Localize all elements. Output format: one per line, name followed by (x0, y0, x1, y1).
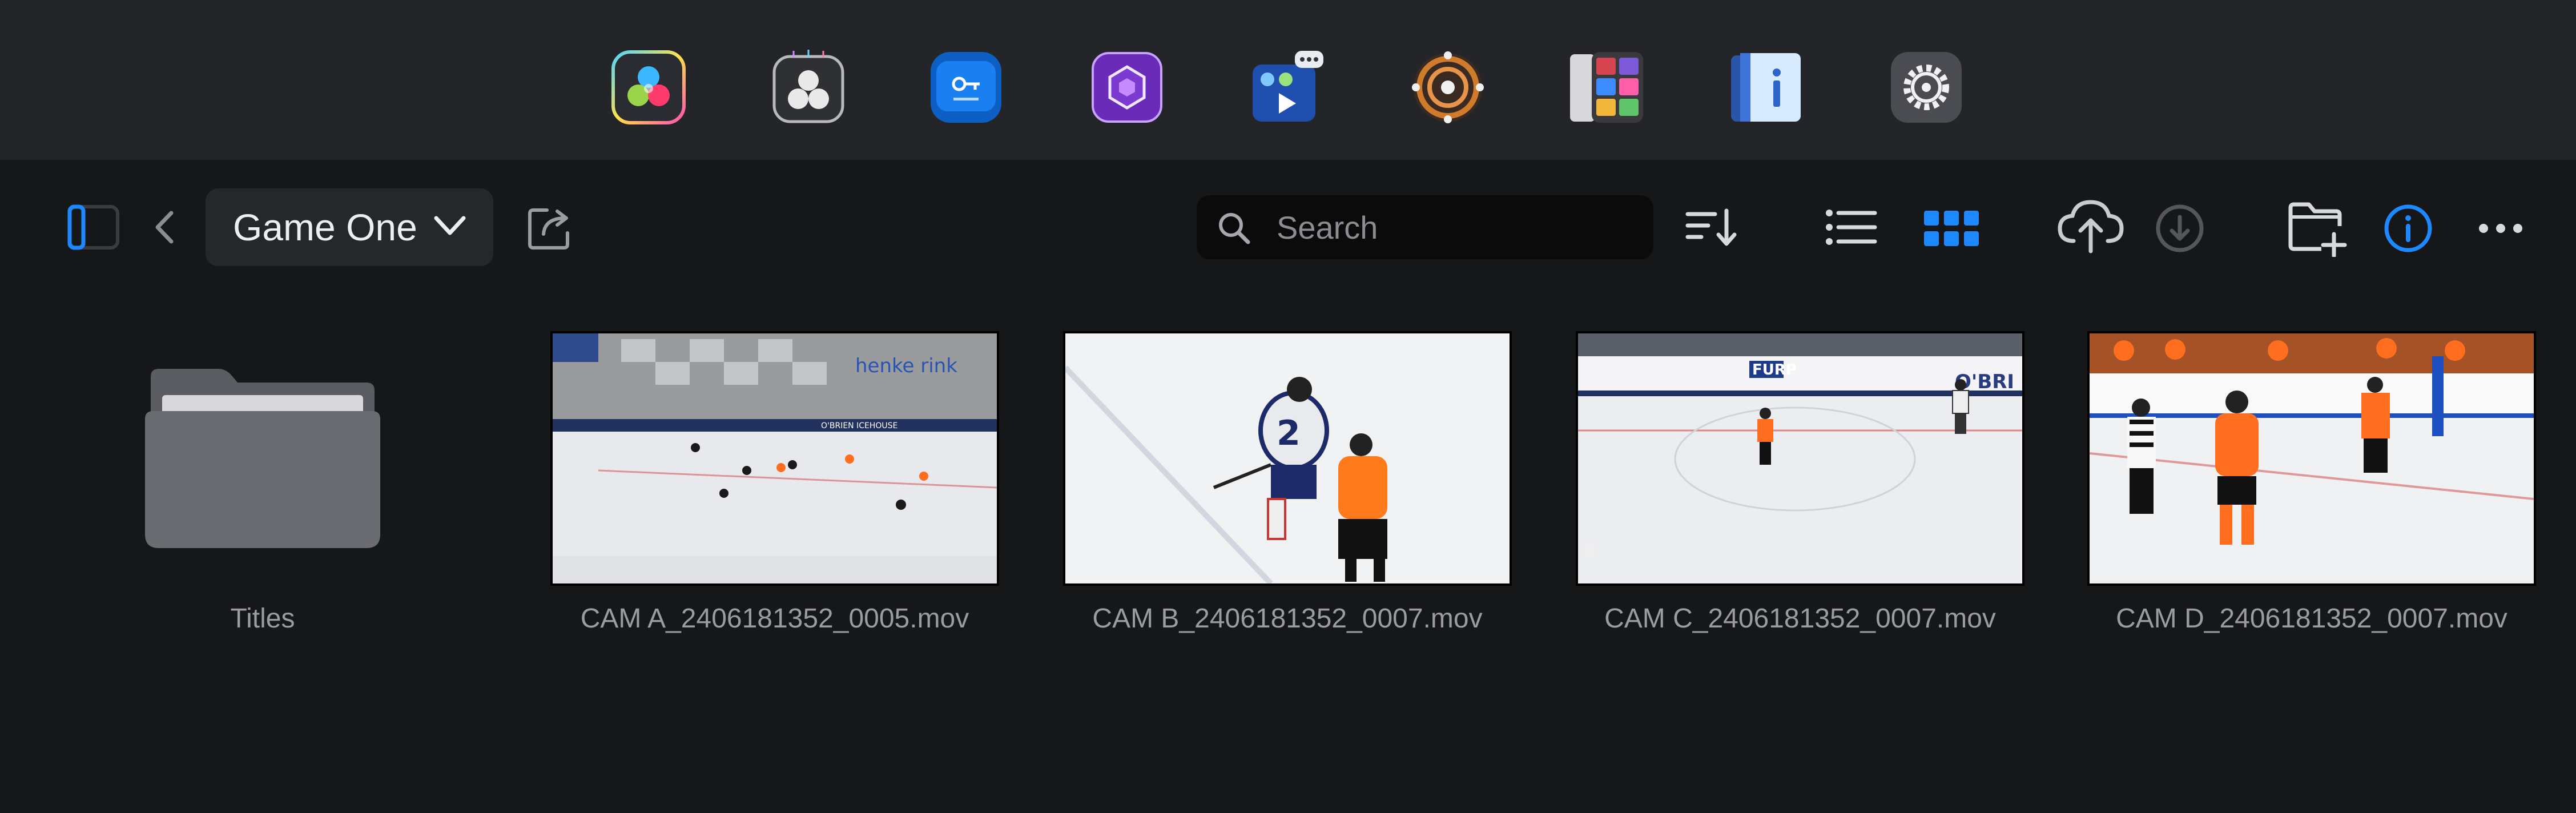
davinci-resolve-icon[interactable] (611, 50, 686, 125)
chevron-down-icon (434, 216, 466, 235)
item-label: CAM D_2406181352_0007.mov (2116, 603, 2507, 634)
back-chevron-icon[interactable] (146, 207, 183, 248)
list-view-icon[interactable] (1824, 206, 1878, 249)
folder-icon (145, 369, 380, 548)
share-icon[interactable] (523, 201, 580, 253)
app-dock (0, 0, 2576, 160)
search-icon (1219, 213, 1250, 244)
dial-icon[interactable] (1410, 50, 1486, 125)
resolve-remote-icon[interactable] (771, 50, 846, 125)
rink-sign-text: henke rink (855, 355, 957, 377)
board-ad-c-text: FURP (1752, 361, 1797, 379)
video-thumbnail: henke rink O'BRIEN ICEHOUSE (550, 331, 999, 586)
video-thumbnail: 2 (1063, 331, 1512, 586)
cloud-upload-icon[interactable] (2055, 198, 2126, 255)
folder-selector[interactable]: Game One (206, 188, 493, 266)
item-label: CAM C_2406181352_0007.mov (1604, 603, 1996, 634)
key-icon[interactable] (928, 50, 1004, 125)
info-icon[interactable] (2382, 202, 2434, 255)
board-ad-text: O'BRIEN ICEHOUSE (821, 421, 897, 430)
folder-name: Game One (233, 206, 417, 248)
more-options-icon[interactable] (2474, 214, 2527, 243)
info-book-icon[interactable] (1730, 50, 1805, 125)
download-icon[interactable] (2154, 202, 2206, 255)
item-label: Titles (230, 603, 295, 634)
search-bar[interactable] (1197, 195, 1653, 259)
video-thumbnail: FURP O'BRI (1576, 331, 2024, 586)
new-folder-icon[interactable] (2287, 200, 2350, 257)
sort-icon[interactable] (1684, 204, 1739, 250)
search-input[interactable] (1277, 195, 1631, 259)
sidebar-toggle-icon[interactable] (64, 203, 123, 251)
presentation-icon[interactable] (1250, 50, 1326, 125)
item-label: CAM A_2406181352_0005.mov (580, 603, 969, 634)
jersey-number-text: 2 (1277, 413, 1301, 453)
folder-item-titles[interactable]: Titles (143, 365, 383, 634)
grid-view-icon[interactable] (1922, 206, 1981, 251)
gear-icon[interactable] (1889, 50, 1964, 125)
item-label: CAM B_2406181352_0007.mov (1092, 603, 1483, 634)
video-thumbnail (2087, 331, 2536, 586)
color-grid-icon[interactable] (1569, 50, 1644, 125)
hexagon-icon[interactable] (1089, 50, 1165, 125)
